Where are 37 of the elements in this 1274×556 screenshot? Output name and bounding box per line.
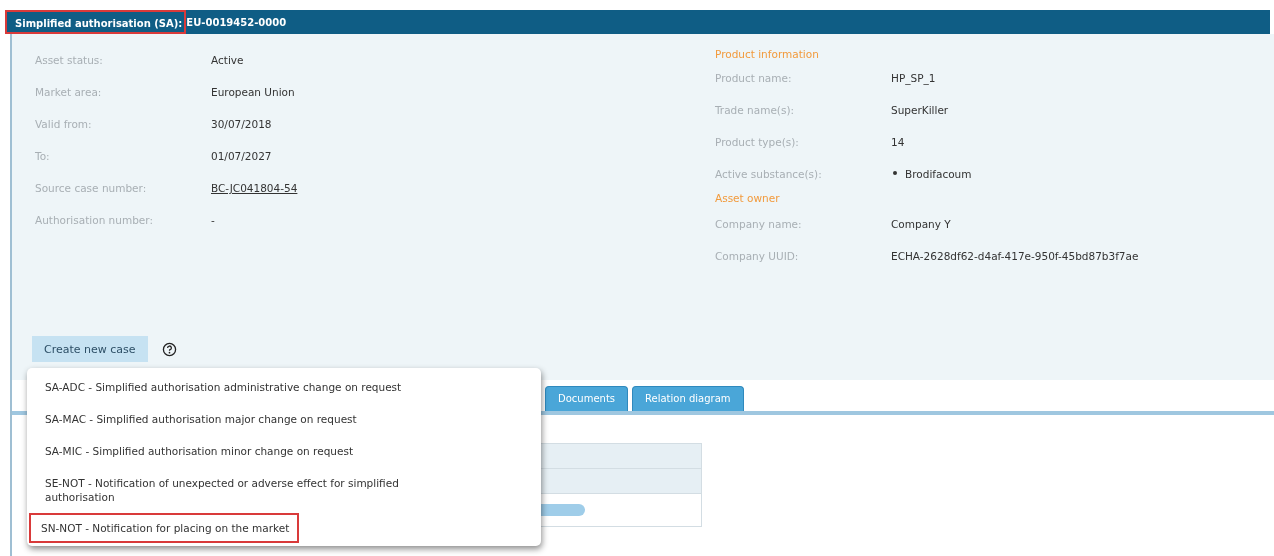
case-link[interactable]: BC-JC041804-54 [211, 172, 715, 204]
create-case-button[interactable]: Create new case [32, 336, 148, 362]
field-label: To: [35, 149, 51, 164]
field-value: Brodifacoum [905, 167, 972, 182]
section-title: Asset owner [715, 191, 781, 206]
menu-item[interactable]: SA-MAC - Simplified authorisation major change on request [29, 403, 539, 435]
menu-item[interactable]: SA-ADC - Simplified authorisation administrative change on request [29, 371, 539, 403]
field-value: European Union [211, 85, 296, 100]
field-value: Company Y [891, 217, 952, 232]
menu-item[interactable]: SA-MIC - Simplified authorisation minor change on request [29, 435, 539, 467]
section-title: Product information [715, 47, 820, 62]
field-label: Market area: [35, 85, 103, 100]
field-value: SuperKiller [891, 103, 950, 118]
menu-item[interactable]: SE-NOT - Notification of unexpected or adverse effect for simplified authorisation [29, 467, 539, 513]
title-value: EU-0019452-0000 [186, 16, 287, 28]
field-value: - [211, 213, 216, 228]
field-label: Authorisation number: [35, 213, 154, 228]
field-label: Asset status: [35, 53, 104, 68]
table-bar [541, 504, 585, 516]
field-label: Valid from: [35, 117, 93, 132]
title-label: Simplified authorisation (SA): [5, 10, 187, 34]
field-label: Product type(s): [715, 135, 800, 150]
field-value: Active [211, 53, 245, 68]
bullet-icon [893, 171, 897, 175]
field-value: HP_SP_1 [891, 71, 937, 87]
field-value: 01/07/2027 [211, 149, 273, 164]
field-label: Source case number: [35, 181, 148, 196]
help-icon[interactable] [161, 341, 177, 357]
field-label: Company UUID: [715, 249, 800, 264]
field-label: Company name: [715, 217, 803, 232]
field-label: Active substance(s): [715, 167, 823, 182]
field-label: Product name: [715, 71, 793, 86]
field-value: 30/07/2018 [211, 117, 273, 132]
field-label: Trade name(s): [715, 103, 796, 118]
field-value: 14 [891, 135, 906, 150]
menu-item[interactable]: SN-NOT - Notification for placing on the market [29, 513, 300, 543]
field-value: ECHA-2628df62-d4af-417e-950f-45bd87b3f7ae [891, 249, 1139, 264]
